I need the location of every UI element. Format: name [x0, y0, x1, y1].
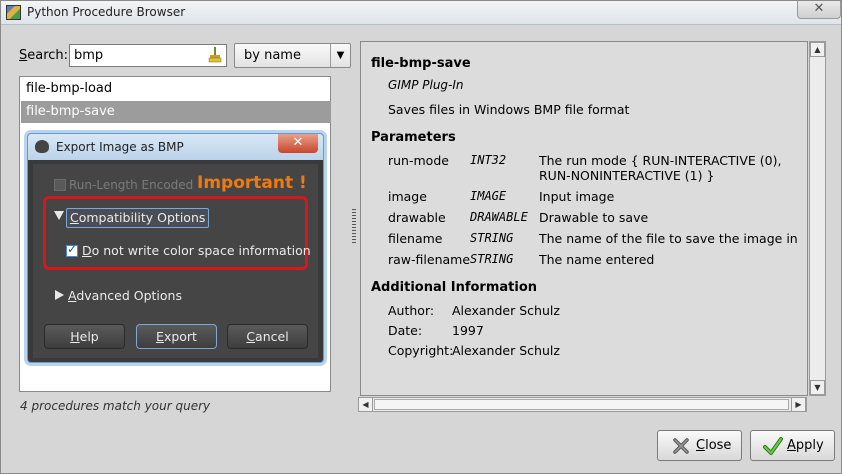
- search-mode-select[interactable]: by name ▼: [234, 43, 351, 68]
- param-name: image: [388, 189, 427, 204]
- close-button-label: Close: [696, 438, 732, 453]
- info-key: Date:: [388, 323, 423, 338]
- window-close-button[interactable]: ✕: [797, 1, 841, 19]
- scroll-right-icon[interactable]: ▶: [791, 397, 806, 412]
- param-name: filename: [388, 231, 443, 246]
- param-name: drawable: [388, 210, 446, 225]
- pane-splitter-handle[interactable]: [352, 209, 356, 243]
- search-label: Search:: [19, 48, 69, 63]
- list-item[interactable]: file-bmp-load: [21, 78, 331, 100]
- search-mode-value: by name: [244, 48, 301, 63]
- search-input-value[interactable]: bmp: [74, 48, 103, 63]
- procedure-type: GIMP Plug-In: [388, 78, 464, 92]
- expander-collapsed-icon[interactable]: [55, 290, 64, 300]
- important-annotation: Important !: [197, 173, 307, 193]
- param-type: DRAWABLE: [470, 210, 528, 224]
- run-length-checkbox[interactable]: [54, 179, 66, 191]
- horizontal-scrollbar[interactable]: ◀ ▶: [358, 397, 807, 412]
- param-desc: The name of the file to save the image i…: [539, 231, 798, 246]
- color-space-checkbox[interactable]: [66, 242, 78, 257]
- info-value: Alexander Schulz: [452, 343, 560, 358]
- search-input[interactable]: bmp: [69, 44, 227, 67]
- color-space-label[interactable]: Do not write color space information: [82, 243, 311, 258]
- expander-expanded-icon[interactable]: [54, 211, 64, 220]
- param-type: INT32: [470, 153, 507, 167]
- match-count: 4 procedures match your query: [20, 399, 211, 413]
- procedure-name: file-bmp-save: [371, 56, 471, 71]
- scroll-down-icon[interactable]: ▼: [810, 380, 825, 395]
- dialog-title: Export Image as BMP: [56, 140, 184, 154]
- info-key: Author:: [388, 303, 435, 318]
- broom-icon[interactable]: [208, 47, 222, 63]
- param-type: STRING: [470, 231, 514, 245]
- additional-info-heading: Additional Information: [371, 280, 538, 295]
- param-name: raw-filename: [388, 252, 471, 267]
- dialog-close-button[interactable]: ✕: [278, 134, 318, 153]
- run-length-label: Run-Length Encoded: [69, 178, 194, 192]
- param-desc: Drawable to save: [539, 210, 649, 225]
- info-value: Alexander Schulz: [452, 303, 560, 318]
- param-type: STRING: [470, 252, 514, 266]
- vertical-scrollbar[interactable]: ▲ ▼: [809, 41, 826, 396]
- export-button[interactable]: Export: [136, 324, 217, 349]
- procedure-description: Saves files in Windows BMP file format: [388, 102, 630, 117]
- window-title: Python Procedure Browser: [27, 5, 186, 19]
- close-icon: [673, 438, 689, 454]
- parameters-heading: Parameters: [371, 130, 456, 145]
- param-desc: The run mode { RUN-INTERACTIVE (0), RUN-…: [539, 153, 782, 183]
- scrollbar-thumb[interactable]: [374, 399, 789, 410]
- close-button[interactable]: Close: [657, 430, 742, 461]
- list-item[interactable]: file-bmp-save: [21, 101, 331, 123]
- compatibility-options-expander[interactable]: Compatibility Options: [66, 208, 210, 228]
- param-desc: Input image: [539, 189, 615, 204]
- checkmark-icon: [763, 437, 783, 455]
- apply-button[interactable]: Apply: [750, 430, 835, 461]
- dialog-title-bar: Export Image as BMP ✕: [28, 134, 323, 160]
- dropdown-arrow-icon[interactable]: ▼: [330, 44, 350, 67]
- scroll-up-icon[interactable]: ▲: [810, 42, 825, 57]
- gimp-wilber-icon: [35, 140, 49, 153]
- param-name: run-mode: [388, 153, 449, 168]
- scroll-left-icon[interactable]: ◀: [358, 397, 373, 412]
- advanced-options-expander[interactable]: Advanced Options: [68, 288, 182, 303]
- info-key: Copyright:: [388, 343, 454, 358]
- info-value: 1997: [452, 323, 484, 338]
- gimp-app-icon: [6, 5, 21, 20]
- cancel-button[interactable]: Cancel: [227, 324, 308, 349]
- param-desc: The name entered: [539, 252, 655, 267]
- title-bar: Python Procedure Browser ✕: [1, 1, 841, 25]
- param-type: IMAGE: [470, 189, 507, 203]
- help-button[interactable]: Help: [44, 324, 125, 349]
- apply-button-label: Apply: [787, 438, 824, 453]
